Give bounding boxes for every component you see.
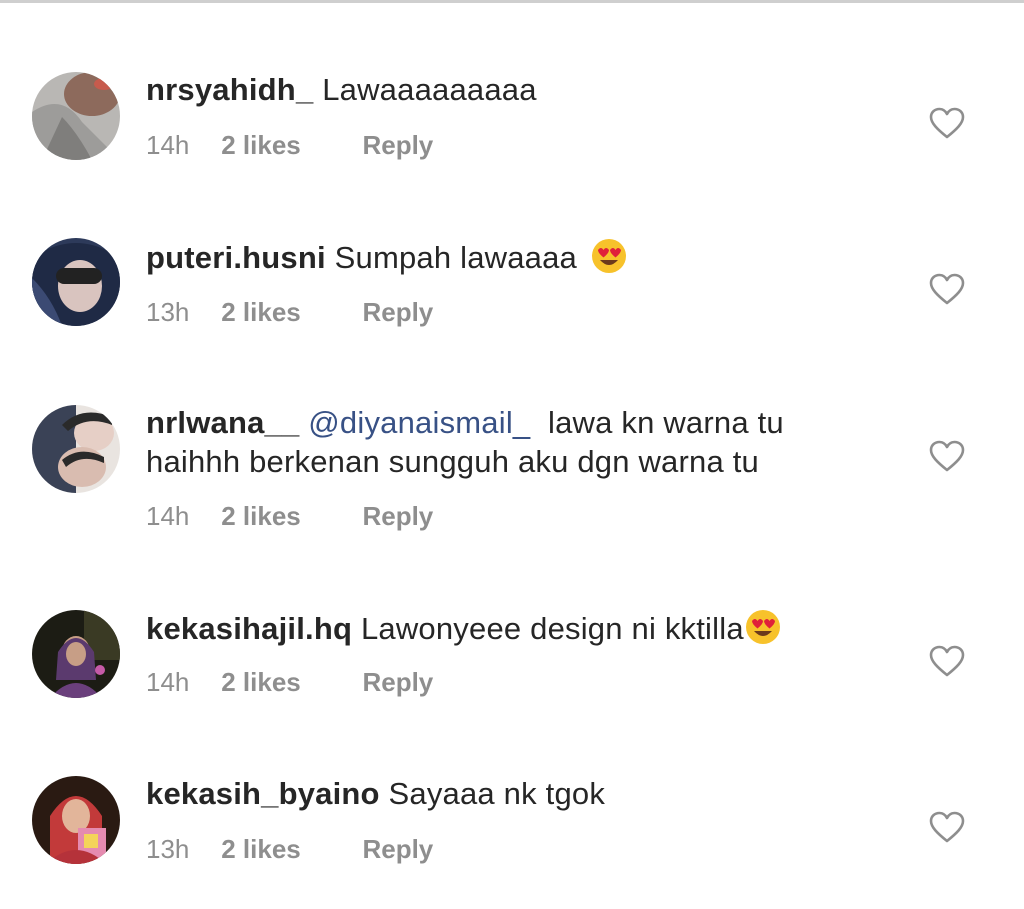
comment-username[interactable]: puteri.husni: [146, 240, 326, 275]
comment-time: 13h: [146, 834, 190, 864]
avatar[interactable]: [32, 610, 120, 698]
avatar[interactable]: [32, 405, 120, 493]
comment-body: nrsyahidh_ Lawaaaaaaaaa: [146, 70, 846, 109]
avatar[interactable]: [32, 776, 120, 864]
top-divider: [0, 0, 1024, 3]
comment-likes[interactable]: 2 likes: [221, 667, 355, 698]
reply-button[interactable]: Reply: [362, 130, 433, 161]
comment-username[interactable]: nrsyahidh_: [146, 72, 313, 107]
comment-text: Lawaaaaaaaaa: [322, 72, 537, 107]
reply-button[interactable]: Reply: [362, 667, 433, 698]
reply-button[interactable]: Reply: [362, 834, 433, 865]
comment-text: lawa kn warna tu: [548, 405, 784, 440]
heart-outline-icon[interactable]: [929, 645, 965, 677]
comment-time: 13h: [146, 297, 190, 327]
heart-outline-icon[interactable]: [929, 273, 965, 305]
heart-outline-icon[interactable]: [929, 811, 965, 843]
heart-outline-icon[interactable]: [929, 440, 965, 472]
reply-button[interactable]: Reply: [362, 501, 433, 532]
comment-time: 14h: [146, 501, 190, 531]
comment-body: nrlwana__ @diyanaismail_ lawa kn warna t…: [146, 403, 846, 481]
comment-time: 14h: [146, 130, 190, 160]
comment-username[interactable]: nrlwana__: [146, 405, 299, 440]
comment-username[interactable]: kekasihajil.hq: [146, 611, 352, 646]
avatar[interactable]: [32, 72, 120, 160]
comment-meta: 14h 2 likes Reply: [146, 130, 433, 161]
comment-username[interactable]: kekasih_byaino: [146, 776, 380, 811]
comment-likes[interactable]: 2 likes: [221, 297, 355, 328]
comment-text: Sumpah lawaaaa: [334, 240, 577, 275]
comment-meta: 14h 2 likes Reply: [146, 501, 433, 532]
comment-meta: 13h 2 likes Reply: [146, 297, 433, 328]
comment-meta: 13h 2 likes Reply: [146, 834, 433, 865]
avatar[interactable]: [32, 238, 120, 326]
comment-text: Sayaaa nk tgok: [388, 776, 606, 811]
comment-meta: 14h 2 likes Reply: [146, 667, 433, 698]
heart-eyes-emoji: [745, 610, 780, 644]
comment-time: 14h: [146, 667, 190, 697]
comment-text: Lawonyeee design ni kktilla: [360, 611, 744, 646]
comment-likes[interactable]: 2 likes: [221, 130, 355, 161]
comment-mention[interactable]: @diyanaismail_: [308, 405, 530, 440]
comment-body: puteri.husni Sumpah lawaaaa: [146, 237, 846, 277]
heart-outline-icon[interactable]: [929, 107, 965, 139]
comment-likes[interactable]: 2 likes: [221, 834, 355, 865]
comment-body: kekasihajil.hq Lawonyeee design ni kktil…: [146, 608, 846, 648]
reply-button[interactable]: Reply: [362, 297, 433, 328]
heart-eyes-emoji: [591, 239, 626, 273]
comment-likes[interactable]: 2 likes: [221, 501, 355, 532]
comment-body: kekasih_byaino Sayaaa nk tgok: [146, 774, 846, 813]
comment-text-line2: haihhh berkenan sungguh aku dgn warna tu: [146, 444, 759, 479]
